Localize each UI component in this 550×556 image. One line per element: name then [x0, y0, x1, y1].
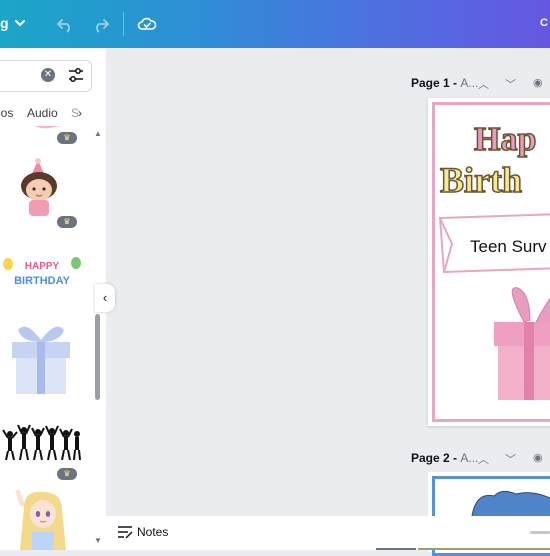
premium-crown-icon: ♛ [57, 216, 77, 228]
zoom-slider[interactable] [530, 531, 550, 534]
collapse-panel-button[interactable]: ‹ [95, 284, 115, 312]
notes-icon[interactable] [117, 525, 133, 539]
scroll-down-icon[interactable]: ▼ [94, 536, 102, 545]
party-girl-sticker[interactable] [14, 158, 66, 216]
anime-girl-sticker[interactable] [14, 488, 72, 550]
page-1-design: Hap Birth Teen Surv [438, 120, 550, 400]
page-1-design-frame[interactable]: Hap Birth Teen Surv [432, 102, 550, 422]
filter-icon[interactable] [68, 67, 84, 83]
page-2-label[interactable]: Page 2 - A... [411, 451, 478, 465]
tabs-scroll-right-icon[interactable]: › [78, 106, 82, 120]
svg-text:HAPPY: HAPPY [25, 261, 60, 272]
elements-side-panel: ✕ eos Audio S › ♛ ♛ HAPPY [0, 48, 106, 550]
blue-gift-box-sticker[interactable] [8, 318, 74, 396]
design-title-line1: Hap [474, 121, 536, 158]
share-button-label[interactable]: C [540, 17, 548, 29]
page-1-label[interactable]: Page 1 - A... [411, 76, 478, 90]
cloud-check-icon[interactable] [137, 14, 157, 34]
tab-audio[interactable]: Audio [27, 106, 58, 120]
panel-scrollbar-thumb[interactable] [95, 314, 100, 400]
move-page-up-icon[interactable]: ︿ [478, 76, 489, 92]
move-page-down-icon[interactable]: ﹀ [505, 451, 516, 467]
sticker-results-list: ♛ ♛ HAPPY BIRTHDAY ♛ [0, 126, 106, 550]
premium-crown-icon: ♛ [57, 132, 77, 144]
bottom-status-bar [106, 516, 550, 550]
happy-birthday-balloons-sticker[interactable]: HAPPY BIRTHDAY [2, 256, 82, 290]
celebration-silhouettes-sticker[interactable] [2, 422, 82, 462]
chevron-down-icon[interactable] [13, 16, 27, 30]
design-title-line2: Birth [440, 160, 522, 200]
svg-text:BIRTHDAY: BIRTHDAY [14, 275, 70, 287]
premium-crown-icon: ♛ [57, 468, 77, 480]
redo-icon[interactable] [92, 15, 110, 33]
design-banner-text: Teen Surv [470, 237, 547, 256]
top-toolbar: g C [0, 0, 550, 48]
hide-page-icon[interactable]: ◉ [533, 76, 543, 89]
notes-button-label[interactable]: Notes [137, 525, 168, 539]
scroll-up-icon[interactable]: ▲ [94, 129, 102, 138]
undo-icon[interactable] [56, 15, 74, 33]
clear-icon[interactable]: ✕ [41, 68, 55, 82]
file-menu-label[interactable]: g [0, 15, 9, 31]
move-page-up-icon[interactable]: ︿ [478, 451, 489, 467]
move-page-down-icon[interactable]: ﹀ [505, 76, 516, 92]
hide-page-icon[interactable]: ◉ [533, 451, 543, 464]
toolbar-divider [123, 12, 124, 36]
tab-videos[interactable]: eos [0, 106, 13, 120]
